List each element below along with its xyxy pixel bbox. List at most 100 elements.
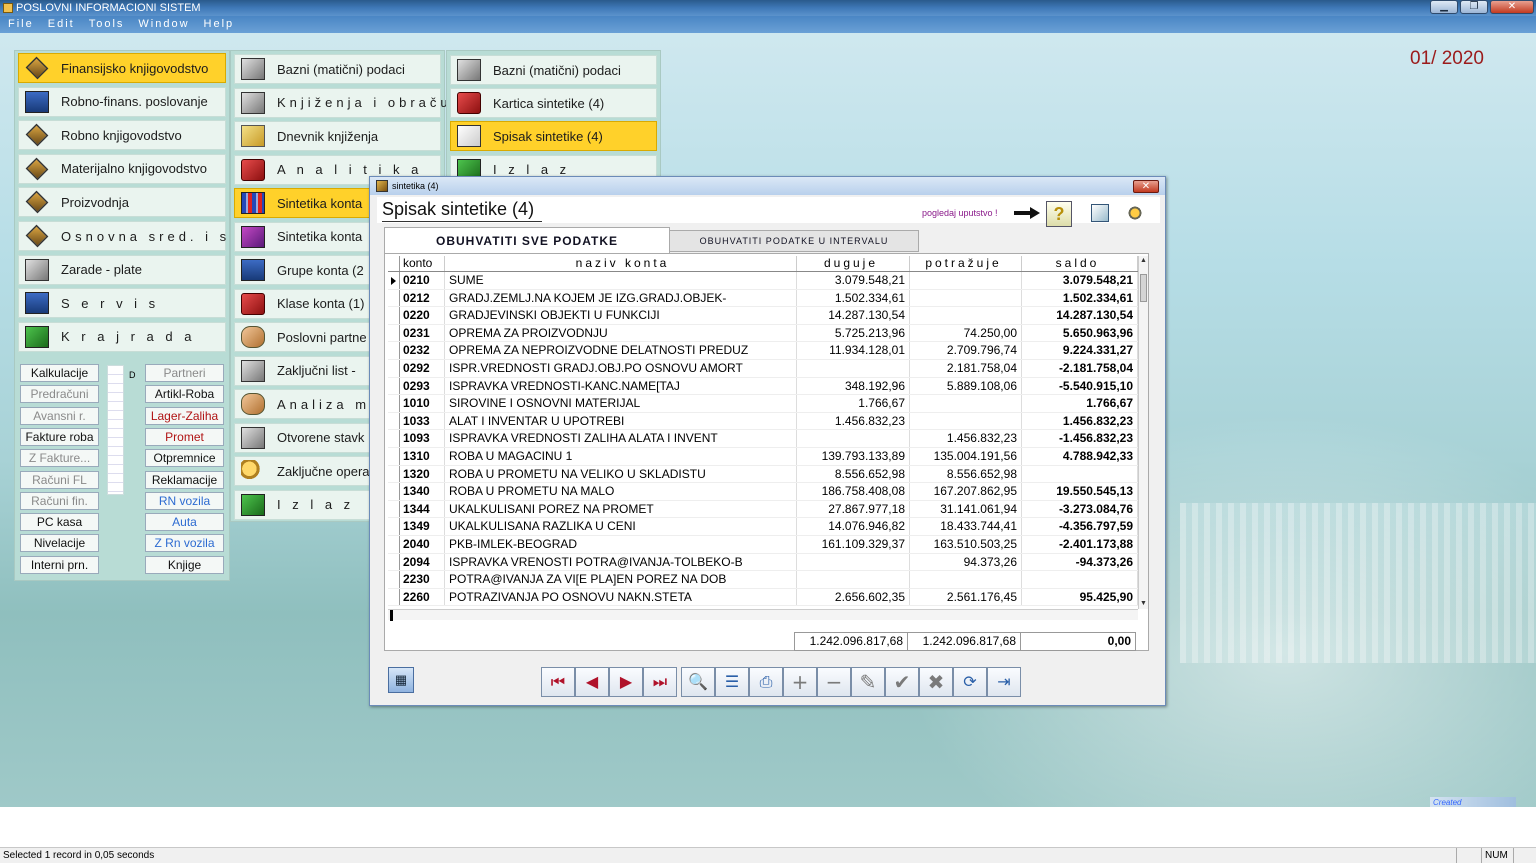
third-menu-item[interactable]: Bazni (matični) podaci (450, 55, 657, 85)
second-menu-item[interactable]: Bazni (matični) podaci (234, 54, 441, 84)
tab-interval-data[interactable]: OBUHVATITI PODATKE U INTERVALU (669, 230, 919, 252)
exit-button[interactable]: ⇥ (987, 667, 1021, 697)
table-row[interactable]: 0220 GRADJEVINSKI OBJEKTI U FUNKCIJI 14.28… (388, 307, 1138, 325)
refresh-button[interactable]: ⟳ (953, 667, 987, 697)
wages-icon (25, 258, 49, 281)
main-menu-item[interactable]: Proizvodnja (18, 187, 226, 218)
table-row[interactable]: 0232 OPREMA ZA NEPROIZVODNE DELATNOSTI PR… (388, 342, 1138, 360)
calculator-button[interactable]: ▦ (388, 667, 414, 693)
sub-button-right[interactable]: Otpremnice (145, 449, 224, 468)
last-record-button[interactable]: ⏭ (643, 667, 677, 697)
sub-button-left[interactable]: Fakture roba (20, 427, 99, 446)
col-potrazuje[interactable]: potražuje (910, 256, 1022, 271)
main-menu-item[interactable]: Robno-finans. poslovanje (18, 86, 226, 117)
sub-button-left[interactable]: Kalkulacije (20, 364, 99, 382)
save-button[interactable]: ✔ (885, 667, 919, 697)
add-record-button[interactable]: + (783, 667, 817, 697)
table-row[interactable]: 1344 UKALKULISANI POREZ NA PROMET 27.867.9… (388, 500, 1138, 519)
table-row[interactable]: 1033 ALAT I INVENTAR U UPOTREBI 1.456.832,… (388, 412, 1138, 431)
table-row[interactable]: 1320 ROBA U PROMETU NA VELIKO U SKLADISTU… (388, 465, 1138, 484)
third-menu-item[interactable]: Spisak sintetike (4) (450, 121, 657, 152)
sub-button-left[interactable]: Računi FL (20, 470, 99, 489)
next-record-button[interactable]: ▶ (609, 667, 643, 697)
minimize-button[interactable]: ▁ (1430, 0, 1458, 14)
sub-button-right[interactable]: Knjige (145, 555, 224, 574)
menu-tools[interactable]: Tools (89, 16, 125, 33)
sub-button-left[interactable]: Interni prn. (20, 555, 99, 574)
second-menu-item[interactable]: Knjiženja i obračun PDVa (234, 87, 515, 118)
close-button[interactable]: ✕ (1490, 0, 1534, 14)
table-row[interactable]: 1093 ISPRAVKA VREDNOSTI ZALIHA ALATA I IN… (388, 430, 1138, 448)
sub-button-left[interactable]: Z Fakture... (20, 449, 99, 468)
preview-icon[interactable] (1091, 204, 1109, 222)
edit-record-button[interactable]: ✎ (851, 667, 885, 697)
table-row[interactable]: 2260 POTRAZIVANJA PO OSNOVU NAKN.STETA 2.6… (388, 588, 1138, 607)
sub-button-right[interactable]: Z Rn vozila (145, 534, 224, 553)
grid-vertical-scrollbar[interactable]: ▲ ▼ (1138, 256, 1148, 609)
main-menu-item[interactable]: Robno knjigovodstvo (18, 120, 226, 151)
delete-record-button[interactable]: − (817, 667, 851, 697)
col-duguje[interactable]: duguje (797, 256, 910, 271)
cell-naziv: ISPR.VREDNOSTI GRADJ.OBJ.PO OSNOVU AMORT (445, 359, 797, 377)
sub-button-right[interactable]: Reklamacije (145, 470, 224, 489)
menu-file[interactable]: File (8, 16, 34, 33)
sub-button-left[interactable]: Nivelacije (20, 534, 99, 553)
table-row[interactable]: 0210 SUME 3.079.548,21 3.079.548,21 (388, 272, 1138, 290)
col-naziv[interactable]: naziv konta (445, 256, 797, 271)
table-row[interactable]: 0292 ISPR.VREDNOSTI GRADJ.OBJ.PO OSNOVU A… (388, 359, 1138, 378)
search-keys-icon[interactable] (1126, 204, 1144, 222)
table-row[interactable]: 2230 POTRA@IVANJA ZA VI[E PLA]EN POREZ NA… (388, 571, 1138, 589)
main-menu-item[interactable]: Zarade - plate (18, 254, 226, 285)
sub-button-right[interactable]: Auta (145, 513, 224, 532)
sub-button-left[interactable]: Računi fin. (20, 491, 99, 510)
sub-button-right[interactable]: Artikl-Roba (145, 385, 224, 404)
col-konto[interactable]: konto (400, 256, 445, 271)
table-row[interactable]: 0231 OPREMA ZA PROIZVODNJU 5.725.213,96 74.… (388, 324, 1138, 343)
help-button[interactable]: ? (1046, 201, 1072, 227)
sub-button-right[interactable]: RN vozila (145, 491, 224, 510)
table-row[interactable]: 1010 SIROVINE I OSNOVNI MATERIJAL 1.766,67… (388, 395, 1138, 413)
third-menu-item[interactable]: Kartica sintetike (4) (450, 88, 657, 119)
row-indicator (388, 289, 400, 307)
menu-edit[interactable]: Edit (48, 16, 75, 33)
table-row[interactable]: 0293 ISPRAVKA VREDNOSTI-KANC.NAME[TAJ 348.… (388, 377, 1138, 396)
row-indicator (388, 571, 400, 588)
main-menu-item[interactable]: Osnovna sred. i sitan inv. (18, 221, 306, 251)
tab-all-data[interactable]: OBUHVATITI SVE PODATKE (384, 227, 670, 254)
menu-window[interactable]: Window (138, 16, 189, 33)
truck-icon (25, 90, 49, 113)
scroll-thumb[interactable] (1140, 274, 1147, 302)
scroll-down-icon[interactable]: ▼ (1140, 600, 1147, 608)
main-menu-item[interactable]: Finansijsko knjigovodstvo (18, 53, 226, 83)
dialog-close-button[interactable]: ✕ (1133, 180, 1159, 193)
table-row[interactable]: 0212 GRADJ.ZEMLJ.NA KOJEM JE IZG.GRADJ.OB… (388, 289, 1138, 308)
scroll-up-icon[interactable]: ▲ (1140, 257, 1147, 265)
sub-button-right[interactable]: Partneri (145, 364, 224, 382)
print-button[interactable]: ⎙ (749, 667, 783, 697)
help-link[interactable]: pogledaj uputstvo ! (922, 208, 998, 218)
sub-button-left[interactable]: Predračuni (20, 385, 99, 404)
main-menu-item[interactable]: Materijalno knjigovodstvo (18, 153, 226, 184)
main-menu-item[interactable]: K r a j r a d a (18, 321, 226, 352)
app-title: POSLOVNI INFORMACIONI SISTEM (16, 2, 201, 14)
main-menu-item[interactable]: S e r v i s (18, 288, 226, 319)
table-row[interactable]: 1310 ROBA U MAGACINU 1 139.793.133,89 135.0… (388, 447, 1138, 466)
second-menu-item[interactable]: Dnevnik knjiženja (234, 121, 441, 151)
table-row[interactable]: 2040 PKB-IMLEK-BEOGRAD 161.109.329,37 163.5… (388, 535, 1138, 554)
menu-help[interactable]: Help (204, 16, 235, 33)
cancel-button[interactable]: ✖ (919, 667, 953, 697)
table-row[interactable]: 2094 ISPRAVKA VRENOSTI POTRA@IVANJA-TOLBE… (388, 553, 1138, 572)
search-button[interactable]: 🔍 (681, 667, 715, 697)
table-row[interactable]: 1349 UKALKULISANA RAZLIKA U CENI 14.076.94… (388, 518, 1138, 536)
maximize-button[interactable]: ❐ (1460, 0, 1488, 14)
sub-button-right[interactable]: Promet (145, 427, 224, 446)
prev-record-button[interactable]: ◀ (575, 667, 609, 697)
sub-button-left[interactable]: PC kasa (20, 513, 99, 532)
grid-horizontal-scrollbar[interactable] (388, 609, 1138, 621)
form-view-button[interactable]: ☰ (715, 667, 749, 697)
first-record-button[interactable]: ⏮ (541, 667, 575, 697)
table-row[interactable]: 1340 ROBA U PROMETU NA MALO 186.758.408,08… (388, 483, 1138, 501)
sub-button-right[interactable]: Lager-Zaliha (145, 406, 224, 425)
col-saldo[interactable]: saldo (1022, 256, 1138, 271)
sub-button-left[interactable]: Avansni r. (20, 406, 99, 425)
